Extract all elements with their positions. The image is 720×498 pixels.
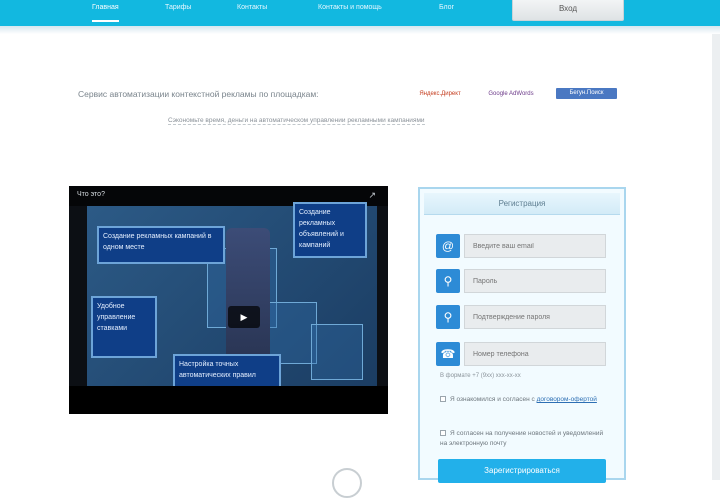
- video-title: Что это?: [77, 191, 105, 198]
- platform-badge-google[interactable]: Google AdWords: [478, 89, 544, 100]
- page-edge: [712, 34, 720, 480]
- share-icon[interactable]: ↗: [368, 190, 376, 201]
- login-button[interactable]: Вход: [512, 0, 624, 21]
- nav-item-blog[interactable]: Блог: [439, 0, 454, 22]
- offer-link[interactable]: договором-офертой: [537, 396, 597, 403]
- subscribe-label: Я согласен на получение новостей и уведо…: [440, 430, 604, 447]
- hero-tagline: Сервис автоматизации контекстной рекламы…: [78, 89, 319, 99]
- phone-field[interactable]: [464, 342, 606, 366]
- password-confirm-field[interactable]: [464, 305, 606, 329]
- email-field[interactable]: [464, 234, 606, 258]
- nav-item-home[interactable]: Главная: [92, 0, 119, 22]
- platform-badge-begun[interactable]: Бегун.Поиск: [556, 88, 617, 99]
- lock-icon: ⚲: [436, 269, 460, 293]
- registration-title: Регистрация: [424, 193, 620, 215]
- nav-item-pricing[interactable]: Тарифы: [165, 0, 191, 22]
- registration-panel: Регистрация @ ⚲ ⚲ ☎ В формате +7 (9xx) x…: [418, 187, 626, 483]
- floor-panel: [311, 324, 363, 380]
- hero-subline-link[interactable]: Сэкономьте время, деньги на автоматическ…: [168, 117, 425, 125]
- register-button[interactable]: Зарегистрироваться: [438, 459, 606, 483]
- platform-badge-yandex[interactable]: Яндекс.Директ: [412, 89, 468, 100]
- scroll-down-button[interactable]: [332, 468, 362, 498]
- video-card: Удобное управление ставками: [91, 296, 157, 358]
- video-footer: [69, 386, 388, 414]
- play-button[interactable]: ▶: [228, 306, 260, 328]
- phone-format-hint: В формате +7 (9xx) xxx-xx-xx: [440, 373, 521, 379]
- subscribe-checkbox[interactable]: [440, 430, 446, 437]
- video-card: Создание рекламных кампаний в одном мест…: [97, 226, 225, 264]
- video-card: Создание рекламных объявлений и кампаний: [293, 202, 367, 258]
- agree-checkbox-row[interactable]: Я ознакомился и согласен с договором-офе…: [440, 395, 610, 405]
- phone-icon: ☎: [436, 342, 460, 366]
- agree-label: Я ознакомился и согласен с: [450, 396, 535, 403]
- topbar-shadow: [0, 26, 720, 34]
- subscribe-checkbox-row[interactable]: Я согласен на получение новостей и уведо…: [440, 429, 610, 449]
- nav-item-contacts[interactable]: Контакты: [237, 0, 267, 22]
- promo-video-player[interactable]: Что это? ↗ Создание рекламных кампаний в…: [69, 186, 388, 414]
- password-field[interactable]: [464, 269, 606, 293]
- top-navigation-bar: Главная Тарифы Контакты Контакты и помощ…: [0, 0, 720, 26]
- email-icon: @: [436, 234, 460, 258]
- nav-item-help[interactable]: Контакты и помощь: [318, 0, 382, 22]
- video-frame: Создание рекламных кампаний в одном мест…: [87, 202, 377, 394]
- agree-checkbox[interactable]: [440, 396, 446, 403]
- lock-confirm-icon: ⚲: [436, 305, 460, 329]
